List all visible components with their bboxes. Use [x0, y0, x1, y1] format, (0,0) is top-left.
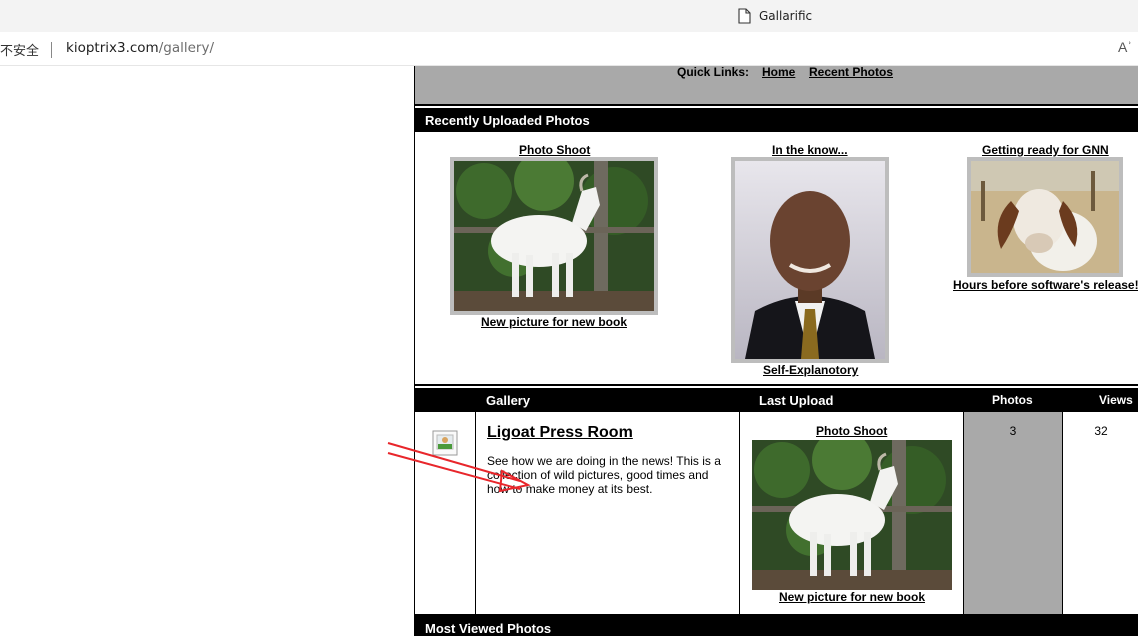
quick-links-bar: Quick Links: Home Recent Photos: [415, 66, 1138, 106]
table-row: Ligoat Press Room See how we are doing i…: [415, 412, 1138, 616]
quick-links-label: Quick Links:: [677, 66, 750, 79]
recent-photo-1-title[interactable]: Photo Shoot: [519, 143, 590, 157]
header-views: Views: [1099, 393, 1133, 407]
tab-title-area[interactable]: Gallarific: [738, 7, 812, 25]
recent-photo-3-caption[interactable]: Hours before software's release!: [953, 278, 1138, 292]
gallery-folder-icon[interactable]: [432, 430, 458, 461]
header-last-upload: Last Upload: [759, 393, 834, 408]
url-host: kioptrix3.com: [66, 40, 159, 56]
address-divider: [51, 42, 52, 58]
most-viewed-header: Most Viewed Photos: [415, 616, 1138, 636]
recent-photo-2-thumbnail[interactable]: [731, 157, 889, 363]
gallery-page: Quick Links: Home Recent Photos Recently…: [414, 66, 1138, 636]
gallery-description: See how we are doing in the news! This i…: [487, 454, 721, 496]
last-upload-cell: Photo Shoot New picture for new book: [740, 412, 964, 614]
views-count: 32: [1094, 424, 1108, 438]
address-bar[interactable]: 不安全 kioptrix3.com/gallery/ Aʾ: [0, 32, 1138, 66]
last-upload-thumbnail[interactable]: [752, 430, 952, 590]
home-link[interactable]: Home: [762, 66, 795, 79]
recent-photo-1-caption[interactable]: New picture for new book: [481, 315, 627, 329]
tab-title: Gallarific: [759, 9, 813, 23]
browser-titlebar: Gallarific: [0, 0, 1138, 32]
recent-photo-3-thumbnail[interactable]: [967, 157, 1123, 277]
gallery-table-header: Gallery Last Upload Photos Views: [415, 388, 1138, 412]
gallery-name-link[interactable]: Ligoat Press Room: [487, 424, 633, 442]
header-photos: Photos: [992, 393, 1033, 407]
recent-uploads-area: Photo Shoot New picture for new book In …: [415, 134, 1138, 386]
gallery-icon-cell: [415, 412, 476, 614]
gallery-description-cell: Ligoat Press Room See how we are doing i…: [476, 412, 740, 614]
photos-count: 3: [964, 412, 1063, 614]
last-upload-caption[interactable]: New picture for new book: [779, 590, 925, 604]
read-aloud-icon[interactable]: Aʾ: [1118, 39, 1132, 55]
last-upload-title[interactable]: Photo Shoot: [816, 424, 887, 438]
security-indicator[interactable]: 不安全: [0, 40, 39, 59]
recent-uploads-header: Recently Uploaded Photos: [415, 108, 1138, 132]
document-icon: [738, 8, 751, 24]
page-viewport: Quick Links: Home Recent Photos Recently…: [0, 66, 1138, 636]
recent-photos-link[interactable]: Recent Photos: [809, 66, 893, 79]
recent-photo-2-caption[interactable]: Self-Explanotory: [763, 363, 858, 377]
url-path: /gallery/: [158, 40, 214, 56]
recent-photo-3-title[interactable]: Getting ready for GNN: [982, 143, 1109, 157]
recent-photo-2-title[interactable]: In the know...: [772, 143, 848, 157]
url-text[interactable]: kioptrix3.com/gallery/: [66, 40, 214, 56]
header-gallery: Gallery: [486, 393, 531, 408]
recent-photo-1-thumbnail[interactable]: [450, 151, 658, 315]
